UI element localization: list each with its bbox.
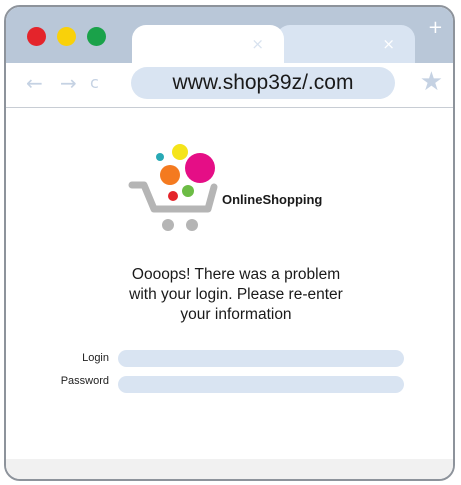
bubble-teal <box>156 153 164 161</box>
bubble-magenta <box>185 153 215 183</box>
tab-bar: × × + <box>6 7 453 65</box>
back-arrow-icon[interactable]: ← <box>26 71 43 95</box>
reload-icon[interactable]: c <box>90 73 99 92</box>
bubble-yellow <box>172 144 188 160</box>
maximize-window-button[interactable] <box>87 27 106 46</box>
address-bar: ← → c www.shop39z/.com ★ <box>6 63 453 108</box>
tab-close-icon[interactable]: × <box>382 35 395 53</box>
minimize-window-button[interactable] <box>57 27 76 46</box>
close-window-button[interactable] <box>27 27 46 46</box>
status-bar <box>6 459 453 479</box>
password-label: Password <box>60 375 109 387</box>
bubble-orange <box>160 165 180 185</box>
bubble-green <box>182 185 194 197</box>
password-field[interactable] <box>118 376 404 393</box>
brand-name: OnlineShopping <box>222 192 323 207</box>
login-field[interactable] <box>118 350 404 367</box>
shopping-cart-logo <box>128 144 218 231</box>
cart-wheel-right <box>186 219 198 231</box>
tab-close-icon[interactable]: × <box>251 35 264 53</box>
bubble-red <box>168 191 178 201</box>
cart-wheel-left <box>162 219 174 231</box>
tab-inactive[interactable]: × <box>276 25 415 65</box>
browser-window: × × + ← → c www.shop39z/.com ★ OnlineSho… <box>4 5 455 481</box>
new-tab-icon[interactable]: + <box>428 17 443 38</box>
bookmark-star-icon[interactable]: ★ <box>420 67 443 97</box>
error-message-line: your information <box>180 306 292 323</box>
forward-arrow-icon[interactable]: → <box>60 71 77 95</box>
tab-active[interactable]: × <box>132 25 284 65</box>
error-message: Oooops! There was a problem with your lo… <box>86 265 386 325</box>
error-message-line: with your login. Please re-enter <box>129 286 343 303</box>
error-message-line: Oooops! There was a problem <box>131 266 341 283</box>
login-label: Login <box>82 352 109 364</box>
url-field[interactable]: www.shop39z/.com <box>131 67 395 99</box>
